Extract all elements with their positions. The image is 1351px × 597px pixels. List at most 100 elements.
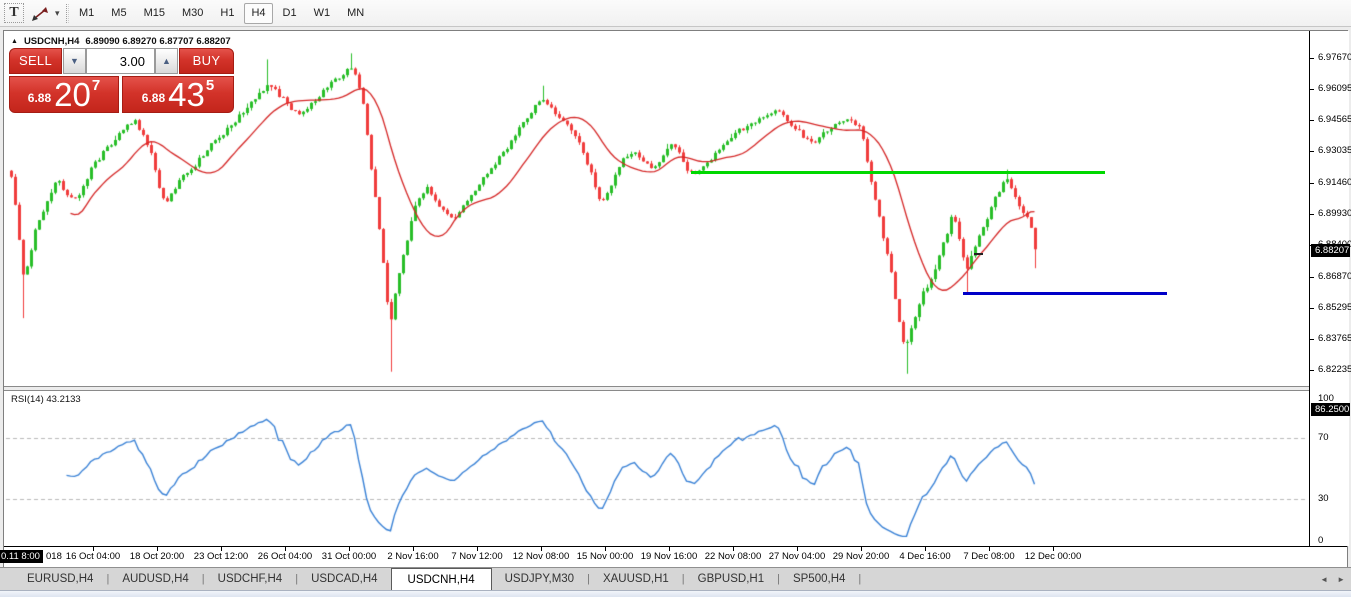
price-axis-tick xyxy=(1310,58,1314,59)
rsi-axis-label: 0 xyxy=(1318,535,1323,546)
rsi-axis-label: 70 xyxy=(1318,432,1329,443)
volume-decrease-button[interactable]: ▼ xyxy=(63,48,86,74)
timeframe-button-h1[interactable]: H1 xyxy=(213,3,241,24)
sell-price-base: 6.88 xyxy=(28,91,51,105)
price-axis-tick xyxy=(1310,277,1314,278)
timeframe-button-h4[interactable]: H4 xyxy=(244,3,272,24)
price-axis-label: 6.83765 xyxy=(1318,333,1351,344)
volume-increase-button[interactable]: ▲ xyxy=(155,48,178,74)
rsi-axis-label: 30 xyxy=(1318,493,1329,504)
time-axis-label: 7 Nov 12:00 xyxy=(442,551,512,562)
tab-scroll-right-icon[interactable]: ► xyxy=(1337,575,1345,584)
timeframe-button-m15[interactable]: M15 xyxy=(137,3,172,24)
text-tool-button[interactable]: T xyxy=(4,3,24,23)
timeframe-button-m30[interactable]: M30 xyxy=(175,3,210,24)
price-axis-tick xyxy=(1310,151,1314,152)
time-axis-label: 12 Dec 00:00 xyxy=(1018,551,1088,562)
resistance-line-green[interactable] xyxy=(691,171,1105,174)
price-axis[interactable]: 6.97670 6.96095 6.94565 6.93035 6.91460 6.899… xyxy=(1309,31,1349,546)
tab-gbpusd-h1[interactable]: GBPUSD,H1 xyxy=(685,568,777,590)
timeframe-buttons: M1M5M15M30H1H4D1W1MN xyxy=(72,3,371,24)
status-strip xyxy=(0,590,1351,597)
rsi-canvas[interactable] xyxy=(4,391,1309,546)
chevron-down-icon: ▾ xyxy=(55,8,60,19)
price-axis-label: 6.94565 xyxy=(1318,114,1351,125)
volume-input[interactable] xyxy=(86,48,155,74)
price-axis-label: 6.91460 xyxy=(1318,177,1351,188)
buy-price-base: 6.88 xyxy=(142,91,165,105)
sell-price-pips: 20 xyxy=(54,81,91,108)
support-line-blue[interactable] xyxy=(963,292,1167,295)
current-price-box: 6.88207 xyxy=(1311,244,1350,257)
price-pane: ▲ USDCNH,H4 6.89090 6.89270 6.87707 6.88… xyxy=(4,31,1309,386)
timeframe-button-m5[interactable]: M5 xyxy=(104,3,133,24)
time-axis-label: 2 Nov 16:00 xyxy=(378,551,448,562)
time-axis-label: 15 Nov 00:00 xyxy=(570,551,640,562)
sell-price-button[interactable]: 6.88 20 7 xyxy=(9,76,119,113)
price-axis-label: 6.97670 xyxy=(1318,52,1351,63)
tab-audusd-h4[interactable]: AUDUSD,H4 xyxy=(109,568,201,590)
chart-title: ▲ USDCNH,H4 6.89090 6.89270 6.87707 6.88… xyxy=(11,36,231,48)
price-axis-label: 6.85295 xyxy=(1318,302,1351,313)
price-axis-tick xyxy=(1310,370,1314,371)
tab-scroll-left-icon[interactable]: ◄ xyxy=(1320,575,1328,584)
buy-price-pips: 43 xyxy=(168,81,205,108)
tab-usdjpy-m30[interactable]: USDJPY,M30 xyxy=(492,568,587,590)
time-axis-highlight: 0.11 8:00 xyxy=(0,550,43,563)
time-axis-label: 18 Oct 20:00 xyxy=(122,551,192,562)
price-axis-label: 6.82235 xyxy=(1318,364,1351,375)
doji-dash-marker xyxy=(974,253,983,255)
chart-window: ▲ USDCNH,H4 6.89090 6.89270 6.87707 6.88… xyxy=(3,30,1348,567)
tab-xauusd-h1[interactable]: XAUUSD,H1 xyxy=(590,568,682,590)
time-axis-label: 29 Nov 20:00 xyxy=(826,551,896,562)
time-axis-label: 31 Oct 00:00 xyxy=(314,551,384,562)
tab-usdcnh-h4[interactable]: USDCNH,H4 xyxy=(391,568,492,590)
time-axis[interactable]: 0.11 8:00 018 16 Oct 04:0018 Oct 20:0023… xyxy=(4,546,1347,568)
buy-price-fraction: 5 xyxy=(206,77,214,94)
trading-terminal: T ▾ M1M5M15M30H1H4D1W1MN ▲ USDCNH,H4 6.8… xyxy=(0,0,1351,597)
timeframe-button-d1[interactable]: D1 xyxy=(276,3,304,24)
tab-usdcad-h4[interactable]: USDCAD,H4 xyxy=(298,568,390,590)
price-axis-tick xyxy=(1310,183,1314,184)
chart-ohlc-values: 6.89090 6.89270 6.87707 6.88207 xyxy=(85,36,230,48)
price-axis-tick xyxy=(1310,120,1314,121)
rsi-indicator-label: RSI(14) 43.2133 xyxy=(11,394,81,405)
price-axis-tick xyxy=(1310,214,1314,215)
buy-price-button[interactable]: 6.88 43 5 xyxy=(122,76,234,113)
toolbar-grip xyxy=(66,4,69,23)
chart-tab-bar: EURUSD,H4|AUDUSD,H4|USDCHF,H4|USDCAD,H4U… xyxy=(0,567,1351,590)
price-axis-label: 6.93035 xyxy=(1318,145,1351,156)
time-axis-label: 26 Oct 04:00 xyxy=(250,551,320,562)
tab-sp500-h4[interactable]: SP500,H4 xyxy=(780,568,858,590)
price-axis-tick xyxy=(1310,89,1314,90)
price-axis-tick xyxy=(1310,339,1314,340)
timeframe-button-w1[interactable]: W1 xyxy=(307,3,338,24)
sell-price-fraction: 7 xyxy=(92,77,100,94)
time-axis-label: 7 Dec 08:00 xyxy=(954,551,1024,562)
sell-button[interactable]: SELL xyxy=(9,48,62,74)
time-axis-label: 22 Nov 08:00 xyxy=(698,551,768,562)
arrows-tool-button[interactable]: ▾ xyxy=(31,4,65,23)
time-axis-label: 19 Nov 16:00 xyxy=(634,551,704,562)
tab-scroll-buttons: ◄ ► xyxy=(1320,568,1345,590)
price-axis-label: 6.86870 xyxy=(1318,271,1351,282)
tab-divider: | xyxy=(858,568,861,590)
time-axis-label: 16 Oct 04:00 xyxy=(58,551,128,562)
price-axis-label: 6.96095 xyxy=(1318,83,1351,94)
time-axis-label: 12 Nov 08:00 xyxy=(506,551,576,562)
buy-button[interactable]: BUY xyxy=(179,48,234,74)
toolbar: T ▾ M1M5M15M30H1H4D1W1MN xyxy=(0,0,1351,27)
timeframe-button-mn[interactable]: MN xyxy=(340,3,371,24)
tab-eurusd-h4[interactable]: EURUSD,H4 xyxy=(14,568,106,590)
time-axis-label: 23 Oct 12:00 xyxy=(186,551,256,562)
arrows-icon xyxy=(31,6,51,22)
rsi-level-box: 86.2500 xyxy=(1311,403,1350,416)
timeframe-button-m1[interactable]: M1 xyxy=(72,3,101,24)
price-axis-label: 6.89930 xyxy=(1318,208,1351,219)
time-axis-label: 27 Nov 04:00 xyxy=(762,551,832,562)
one-click-trade-panel: SELL ▼ ▲ BUY 6.88 20 7 6.88 43 5 xyxy=(9,48,234,113)
rsi-pane: RSI(14) 43.2133 xyxy=(4,391,1309,546)
collapse-triangle-icon[interactable]: ▲ xyxy=(11,36,18,48)
tab-usdchf-h4[interactable]: USDCHF,H4 xyxy=(205,568,296,590)
chart-symbol: USDCNH,H4 xyxy=(24,36,79,48)
